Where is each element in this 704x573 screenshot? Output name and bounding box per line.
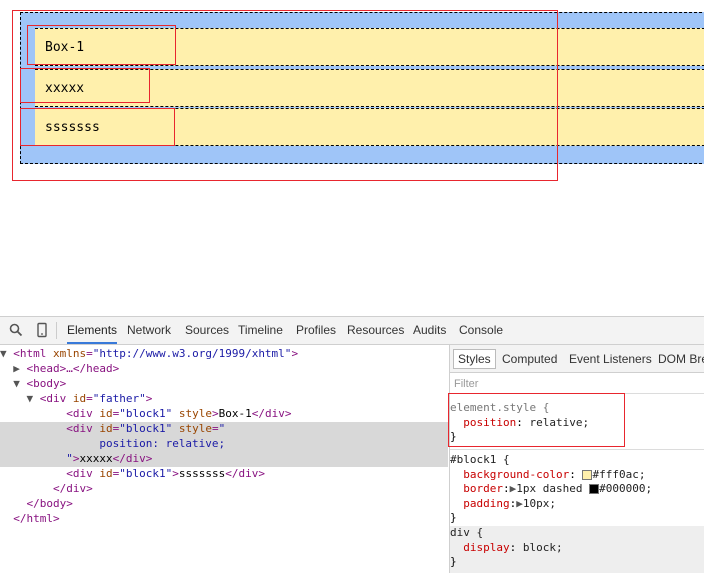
sidebar-tabbar: Styles Computed Event Listeners DOM Bre: [450, 345, 704, 373]
elements-tree: ▼ <html xmlns="http://www.w3.org/1999/xh…: [0, 345, 448, 573]
tab-audits[interactable]: Audits: [413, 317, 446, 344]
prop-padding[interactable]: padding: [463, 497, 509, 510]
highlight-block-2: [20, 68, 150, 103]
dom-node-html[interactable]: ▼ <html xmlns="http://www.w3.org/1999/xh…: [0, 347, 448, 362]
highlight-element-style: [448, 393, 625, 447]
dom-node-body-close[interactable]: </body>: [0, 497, 448, 512]
expand-triangle-icon[interactable]: ▶: [516, 497, 523, 510]
devtools-tabbar: Elements Network Sources Timeline Profil…: [0, 317, 704, 345]
prop-background-color[interactable]: background-color: [463, 468, 569, 481]
dom-node-block1-a[interactable]: <div id="block1" style>Box-1</div>: [0, 407, 448, 422]
tab-styles[interactable]: Styles: [453, 349, 496, 369]
tab-console[interactable]: Console: [459, 317, 503, 344]
tab-timeline[interactable]: Timeline: [238, 317, 283, 344]
divider: [450, 449, 704, 450]
dom-node-head[interactable]: ▶ <head>…</head>: [0, 362, 448, 377]
prop-border[interactable]: border: [463, 482, 503, 495]
dom-node-block1-b-close[interactable]: ">xxxxx</div>: [0, 452, 448, 467]
styles-filter-input[interactable]: Filter: [454, 378, 478, 390]
rule-block1: #block1 { background-color: #fff0ac; bor…: [450, 453, 653, 525]
selector-div[interactable]: div {: [450, 526, 483, 539]
tab-profiles[interactable]: Profiles: [296, 317, 336, 344]
selector-block1[interactable]: #block1 {: [450, 453, 510, 466]
dom-node-block1-c[interactable]: <div id="block1">sssssss</div>: [0, 467, 448, 482]
tab-elements[interactable]: Elements: [67, 317, 118, 344]
dom-node-html-close[interactable]: </html>: [0, 512, 448, 527]
highlight-block-1: [27, 25, 176, 65]
device-mode-icon[interactable]: [34, 322, 50, 338]
tab-event-listeners[interactable]: Event Listeners: [569, 351, 652, 367]
dom-node-father-close[interactable]: </div>: [0, 482, 448, 497]
dom-node-block1-b[interactable]: <div id="block1" style=": [0, 422, 448, 437]
color-swatch[interactable]: [589, 484, 600, 495]
tab-network[interactable]: Network: [127, 317, 171, 344]
search-icon[interactable]: [8, 322, 24, 338]
tab-separator: [56, 322, 57, 339]
prop-display[interactable]: display: [463, 541, 509, 554]
dom-node-body[interactable]: ▼ <body>: [0, 377, 448, 392]
dom-node-father[interactable]: ▼ <div id="father">: [0, 392, 448, 407]
styles-sidebar: Styles Computed Event Listeners DOM Bre …: [449, 345, 704, 573]
tab-resources[interactable]: Resources: [347, 317, 404, 344]
tab-dom-breakpoints[interactable]: DOM Bre: [658, 351, 704, 367]
highlight-block-3: [20, 108, 175, 146]
rule-div-useragent: div { display: block; }: [450, 526, 704, 573]
dom-node-block1-b-style[interactable]: position: relative;: [0, 437, 448, 452]
tab-computed[interactable]: Computed: [502, 351, 557, 367]
color-swatch[interactable]: [582, 469, 593, 480]
tab-sources[interactable]: Sources: [185, 317, 229, 344]
